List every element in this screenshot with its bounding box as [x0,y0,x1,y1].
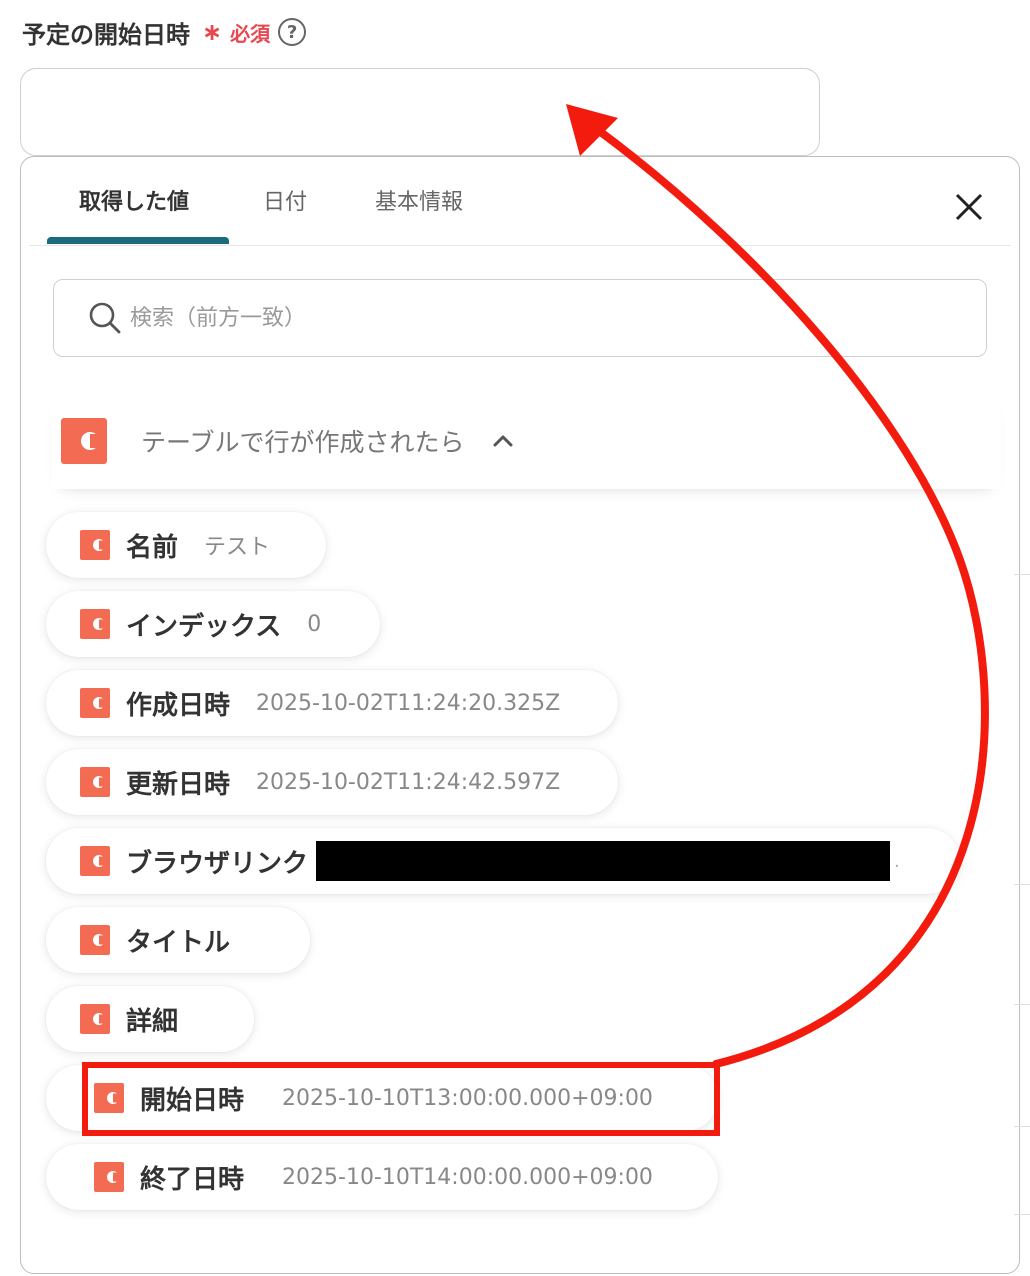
active-tab-indicator [47,237,229,244]
app-logo-icon [80,925,110,955]
tab-basic-info[interactable]: 基本情報 [375,187,463,219]
divider [1014,884,1030,885]
item-name: 終了日時 [140,1164,245,1195]
list-item[interactable]: タイトル [46,907,310,973]
item-name: 作成日時 [126,690,231,721]
app-logo-icon [94,1162,124,1192]
app-logo-icon [80,688,110,718]
item-value: 2025-10-02T11:24:20.325Z [256,690,561,716]
item-value: 2025-10-10T13:00:00.000+09:00 [282,1085,653,1111]
list-item[interactable]: 作成日時 2025-10-02T11:24:20.325Z [46,670,618,736]
question-circle-icon[interactable]: ? [278,18,307,46]
required-asterisk: ∗ [202,18,223,46]
required-text: 必須 [230,21,271,46]
item-name: 開始日時 [140,1085,245,1116]
tab-date[interactable]: 日付 [263,187,307,219]
divider [1014,1004,1030,1005]
divider [1014,574,1030,575]
trigger-group-header[interactable]: テーブルで行が作成されたら [51,393,1001,489]
trailing-dot: . [894,850,900,872]
field-label: 予定の開始日時 ∗ 必須 ? [22,14,307,50]
search-icon [89,302,121,334]
item-name: ブラウザリンク [126,848,309,879]
list-item[interactable]: 詳細 [46,986,254,1052]
list-item[interactable]: インデックス 0 [46,591,380,657]
divider [1014,1126,1030,1127]
app-logo-icon [80,767,110,797]
group-title: テーブルで行が作成されたら [141,428,465,457]
list-item[interactable]: 名前 テスト [46,512,326,578]
app-logo-icon [61,418,107,464]
chevron-up-icon[interactable] [491,429,515,453]
item-name: インデックス [126,611,282,642]
app-logo-icon [80,846,110,876]
close-button[interactable] [949,187,989,227]
item-value: テスト [204,535,271,560]
list-item[interactable]: ブラウザリンク . [46,828,960,894]
close-icon [955,193,983,221]
list-item[interactable]: 終了日時 2025-10-10T14:00:00.000+09:00 [46,1144,718,1210]
item-name: 名前 [126,532,179,563]
list-item-start-datetime[interactable]: 開始日時 2025-10-10T13:00:00.000+09:00 [46,1065,718,1131]
app-logo-icon [94,1083,124,1113]
item-value: 2025-10-02T11:24:42.597Z [256,769,561,795]
field-label-text: 予定の開始日時 [22,20,190,49]
item-name: 詳細 [126,1006,179,1037]
app-logo-icon [80,530,110,560]
app-logo-icon [80,1004,110,1034]
item-name: タイトル [126,927,231,958]
item-name: 更新日時 [126,769,231,800]
list-item[interactable]: 更新日時 2025-10-02T11:24:42.597Z [46,749,618,815]
search-box [53,279,987,357]
tab-acquired-values[interactable]: 取得した値 [79,187,189,219]
tab-bar: 取得した値 日付 基本情報 [29,157,1011,246]
start-datetime-input[interactable] [20,68,820,156]
redacted-value [316,841,891,881]
search-input[interactable] [128,304,932,332]
item-value: 0 [307,611,322,637]
item-value: 2025-10-10T14:00:00.000+09:00 [282,1164,653,1190]
app-logo-icon [80,609,110,639]
divider [1014,1214,1030,1215]
